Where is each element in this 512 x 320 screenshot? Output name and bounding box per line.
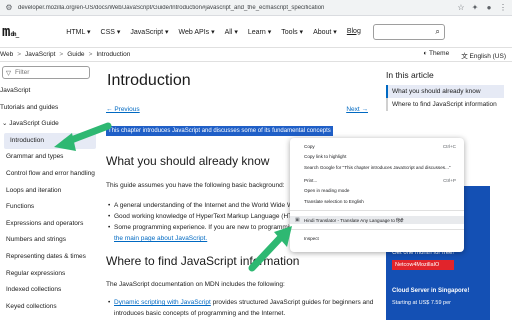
extensions-icon[interactable]: ✦ <box>470 3 480 12</box>
paragraph-intro: This guide assumes you have the followin… <box>106 182 285 189</box>
context-menu: Copy Ctrl+C Copy link to highlight Searc… <box>290 138 464 252</box>
logo-suffix: dn_ <box>10 30 19 38</box>
sidebar-filter-input[interactable]: ▽ Filter <box>2 66 90 79</box>
crumb-separator: > <box>17 51 22 58</box>
search-icon: ⌕ <box>435 26 440 36</box>
sidebar-item-keyed[interactable]: Keyed collections <box>0 299 96 316</box>
browser-address-bar: ⚙ developer.mozilla.org/en-US/docs/Web/J… <box>0 0 512 16</box>
browser-actions: ☆ ✦ ● ⋮ <box>456 3 508 12</box>
sidebar-item-indexed[interactable]: Indexed collections <box>0 282 96 299</box>
menu-item-translate[interactable]: Translate selection to English <box>304 199 364 204</box>
sidebar-item-expressions[interactable]: Expressions and operators <box>0 216 96 233</box>
list-item: Some programming experience. If you are … <box>108 224 298 231</box>
theme-label: Theme <box>428 49 450 57</box>
breadcrumb-bar: Web > JavaScript > Guide > Introduction … <box>0 48 512 62</box>
list-item-continued: introduces basic concepts of programming… <box>114 310 286 317</box>
dynamic-scripting-link[interactable]: Dynamic scripting with JavaScript <box>114 299 211 306</box>
menu-item-copy[interactable]: Copy <box>304 144 315 149</box>
paragraph-where: The JavaScript documentation on MDN incl… <box>106 281 285 288</box>
site-info-icon[interactable]: ⚙ <box>4 3 14 13</box>
toc-item-where-to-find[interactable]: Where to find JavaScript information <box>386 98 504 111</box>
crumb-separator: > <box>88 51 93 58</box>
nav-html[interactable]: HTML ▾ <box>66 28 90 36</box>
sidebar-item-regex[interactable]: Regular expressions <box>0 266 96 283</box>
menu-item-hindi-translator[interactable]: Hindi Translator - Translate Any Languag… <box>304 218 403 224</box>
toc-item-already-know[interactable]: What you should already know <box>386 85 504 98</box>
menu-item-search-google[interactable]: Search Google for "This chapter introduc… <box>304 165 454 170</box>
logo-letter: m <box>2 23 11 40</box>
nav-about[interactable]: About ▾ <box>313 28 337 36</box>
next-link[interactable]: Next → <box>346 106 368 113</box>
previous-link[interactable]: ← Previous <box>106 106 140 113</box>
prev-next-nav: ← Previous Next → <box>106 106 368 113</box>
crumb-guide[interactable]: Guide <box>67 51 84 58</box>
nav-learn[interactable]: Learn ▾ <box>248 28 271 36</box>
page-title: Introduction <box>107 72 191 89</box>
menu-shortcut-print: Ctrl+P <box>443 178 456 183</box>
list-item-continued[interactable]: the main page about JavaScript. <box>114 235 207 242</box>
translator-extension-icon: ▣ <box>295 217 300 223</box>
list-item: Good working knowledge of HyperText Mark… <box>108 213 301 220</box>
heading-already-know: What you should already know <box>106 154 270 168</box>
language-icon: 文 <box>461 52 470 60</box>
nav-blog[interactable]: Blog <box>347 28 361 36</box>
sidebar-item-js-guide[interactable]: ⌄ JavaScript Guide <box>0 116 96 133</box>
menu-item-print[interactable]: Print... <box>304 178 317 183</box>
url-text[interactable]: developer.mozilla.org/en-US/docs/Web/Jav… <box>18 5 438 11</box>
menu-divider <box>290 229 464 230</box>
mdn-logo[interactable]: mdn_ <box>2 23 19 40</box>
menu-divider <box>290 210 464 211</box>
crumb-web[interactable]: Web <box>0 51 13 58</box>
sidebar: ▽ Filter JavaScript Tutorials and guides… <box>0 62 96 320</box>
sidebar-item-loops[interactable]: Loops and iteration <box>0 183 96 200</box>
table-of-contents: In this article What you should already … <box>386 70 504 111</box>
page-settings: ◐ Theme 文 English (US) <box>423 50 506 60</box>
arrow-right-icon: → <box>359 106 368 113</box>
ad-button[interactable]: Netcow4MozillaIO <box>392 260 454 270</box>
nav-all[interactable]: All ▾ <box>225 28 238 36</box>
sidebar-item-dates[interactable]: Representing dates & times <box>0 249 96 266</box>
ad-title: Cloud Server in Singapore! <box>392 288 470 294</box>
site-search-input[interactable]: ⌕ <box>372 23 445 40</box>
toc-title: In this article <box>386 70 434 80</box>
list-item-text: provides structured JavaScript guides fo… <box>210 299 374 306</box>
crumb-javascript[interactable]: JavaScript <box>25 51 55 58</box>
list-item: Dynamic scripting with JavaScript provid… <box>108 299 374 306</box>
sidebar-item-label: JavaScript Guide <box>9 120 59 128</box>
ad-price: Starting at US$ 7.59 per <box>392 300 452 306</box>
sidebar-item-control-flow[interactable]: Control flow and error handling <box>0 166 96 183</box>
next-label: Next <box>346 106 360 113</box>
filter-icon: ▽ <box>6 69 11 77</box>
previous-label: Previous <box>114 106 140 113</box>
menu-shortcut-copy: Ctrl+C <box>442 144 456 149</box>
menu-item-inspect[interactable]: Inspect <box>304 236 319 241</box>
menu-item-reading-mode[interactable]: Open in reading mode <box>304 188 349 193</box>
crumb-separator: > <box>59 51 64 58</box>
heading-where-to-find: Where to find JavaScript information <box>106 254 300 268</box>
bookmark-star-icon[interactable]: ☆ <box>456 3 466 12</box>
sidebar-item-numbers[interactable]: Numbers and strings <box>0 232 96 249</box>
sidebar-item-javascript[interactable]: JavaScript <box>0 83 96 100</box>
site-header: mdn_ HTML ▾ CSS ▾ JavaScript ▾ Web APIs … <box>0 16 512 48</box>
filter-placeholder: Filter <box>15 69 30 76</box>
theme-toggle[interactable]: ◐ Theme <box>423 50 449 60</box>
profile-icon[interactable]: ● <box>484 3 494 12</box>
list-item: A general understanding of the Internet … <box>108 202 300 209</box>
language-label: English (US) <box>469 52 506 60</box>
nav-web-apis[interactable]: Web APIs ▾ <box>179 28 215 36</box>
nav-tools[interactable]: Tools ▾ <box>281 28 303 36</box>
nav-css[interactable]: CSS ▾ <box>101 28 121 36</box>
sidebar-item-tutorials[interactable]: Tutorials and guides <box>0 100 96 117</box>
top-nav: HTML ▾ CSS ▾ JavaScript ▾ Web APIs ▾ All… <box>66 28 361 36</box>
menu-icon[interactable]: ⋮ <box>498 3 508 12</box>
menu-item-copy-link[interactable]: Copy link to highlight <box>304 154 346 159</box>
selected-text[interactable]: This chapter introduces JavaScript and d… <box>106 126 333 136</box>
sidebar-item-functions[interactable]: Functions <box>0 199 96 216</box>
sidebar-item-introduction[interactable]: Introduction <box>4 132 96 150</box>
language-select[interactable]: 文 English (US) <box>461 50 506 60</box>
nav-javascript[interactable]: JavaScript ▾ <box>130 28 168 36</box>
breadcrumb: Web > JavaScript > Guide > Introduction <box>0 51 130 58</box>
sidebar-item-grammar[interactable]: Grammar and types <box>0 149 96 166</box>
crumb-introduction[interactable]: Introduction <box>96 51 130 58</box>
